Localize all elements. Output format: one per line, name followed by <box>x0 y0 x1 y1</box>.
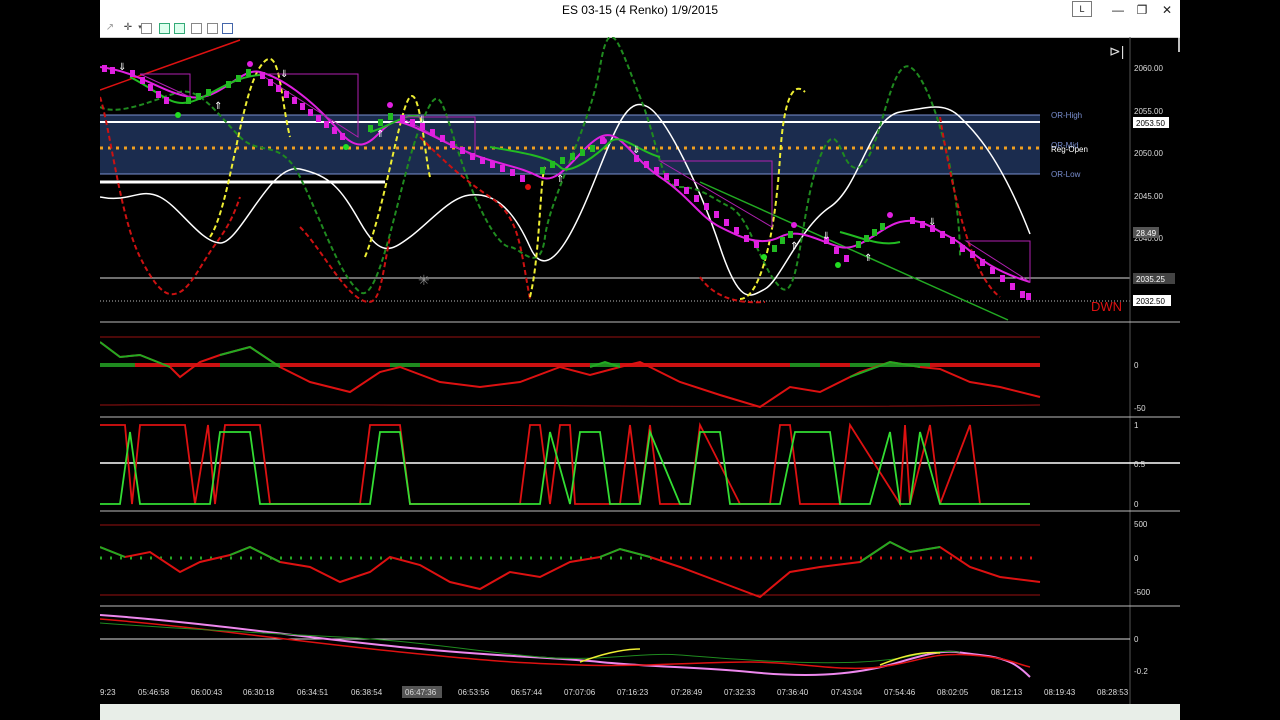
svg-text:⇓: ⇓ <box>118 62 126 73</box>
panel3-tick-0: 1 <box>1134 421 1139 430</box>
price-tick-1: 2060.00 <box>1134 64 1163 73</box>
properties-icon[interactable] <box>141 23 152 34</box>
time-label: 07:43:04 <box>831 688 863 697</box>
chart-style-icon[interactable] <box>174 23 185 34</box>
time-label: 07:32:33 <box>724 688 756 697</box>
time-label: 9:23 <box>100 688 116 697</box>
svg-text:⇑: ⇑ <box>214 101 222 112</box>
bars-icon[interactable] <box>159 23 170 34</box>
chart-window: ES 03-15 (4 Renko) 1/9/2015 L — ❐ ✕ ↗ ✛ … <box>100 0 1180 720</box>
time-label: 08:28:53 <box>1097 688 1129 697</box>
time-label: 06:57:44 <box>511 688 543 697</box>
time-label: 07:36:40 <box>777 688 809 697</box>
right-margin <box>1180 0 1280 720</box>
title-bar: ES 03-15 (4 Renko) 1/9/2015 L — ❐ ✕ <box>100 0 1180 20</box>
restore-icon[interactable]: ❐ <box>1128 0 1156 20</box>
or-high-label: OR-High <box>1051 111 1082 120</box>
time-label: 06:53:56 <box>458 688 490 697</box>
trailing-stop-fills <box>139 73 1031 283</box>
volume-delta-panel: 500 0 -500 <box>100 520 1151 599</box>
pointer-icon[interactable]: ↗ <box>104 22 116 34</box>
panel3-tick-2: 0 <box>1134 500 1139 509</box>
svg-text:⇑: ⇑ <box>376 129 384 140</box>
svg-text:⇓: ⇓ <box>632 145 640 156</box>
panel4-tick-1: 0 <box>1134 554 1139 563</box>
svg-text:⇓: ⇓ <box>280 69 288 80</box>
cursor-icon: ✳ <box>418 272 430 288</box>
time-axis: 9:23 05:46:58 06:00:43 06:30:18 06:34:51… <box>100 686 1129 698</box>
price-tick-2: 2055.00 <box>1134 107 1163 116</box>
marker-2035: 2035.25 <box>1136 275 1165 284</box>
cycle-line-yellow <box>209 57 806 300</box>
scroll-end-icon[interactable]: ⊳| <box>1109 43 1124 59</box>
time-label: 07:54:46 <box>884 688 916 697</box>
svg-text:⇑: ⇑ <box>556 174 564 185</box>
time-label: 05:46:58 <box>138 688 170 697</box>
time-label: 08:12:13 <box>991 688 1023 697</box>
panel4-tick-2: -500 <box>1134 588 1151 597</box>
time-label-selected: 06:47:36 <box>405 688 437 697</box>
left-margin <box>0 0 100 720</box>
close-icon[interactable]: ✕ <box>1153 0 1181 20</box>
stochastic-panel: 1 0.5 0 <box>100 421 1180 509</box>
marker-2032: 2032.50 <box>1136 297 1165 306</box>
time-label: 06:38:54 <box>351 688 383 697</box>
momentum-panel: 0 -50 <box>100 335 1146 413</box>
horizontal-scrollbar[interactable] <box>100 704 1180 720</box>
direction-label: DWN <box>1091 299 1122 314</box>
svg-text:⇑: ⇑ <box>864 253 872 264</box>
data-box-icon[interactable] <box>222 23 233 34</box>
window-title: ES 03-15 (4 Renko) 1/9/2015 <box>561 3 719 17</box>
macd-panel: 0 -0.2 <box>100 614 1148 678</box>
panel4-tick-0: 500 <box>1134 520 1148 529</box>
price-tick-4: 2045.00 <box>1134 192 1163 201</box>
marker-28: 28.49 <box>1136 229 1157 238</box>
or-low-label: OR-Low <box>1051 170 1081 179</box>
marker-2053: 2053.50 <box>1136 119 1165 128</box>
svg-text:⇓: ⇓ <box>418 115 426 126</box>
panel2-tick-0: 0 <box>1134 361 1139 370</box>
svg-text:⇓: ⇓ <box>822 231 830 242</box>
toolbar: ↗ ✛ ▾ <box>100 20 1180 38</box>
time-label: 06:00:43 <box>191 688 223 697</box>
time-label: 06:30:18 <box>243 688 275 697</box>
time-label: 07:16:23 <box>617 688 649 697</box>
link-button[interactable]: L <box>1072 1 1092 17</box>
templates-icon[interactable] <box>207 23 218 34</box>
price-axis: 2060.00 2055.00 2050.00 2045.00 2040.00 … <box>1129 37 1180 704</box>
svg-text:⇓: ⇓ <box>928 217 936 228</box>
time-label: 08:19:43 <box>1044 688 1076 697</box>
panel5-tick-0: 0 <box>1134 635 1139 644</box>
chart-area[interactable]: ⇓⇑⇓ ⇑⇓⇑ ⇓⇑⇓ ⇑⇓ OR-High OR-Mid Reg-Open O… <box>100 37 1180 704</box>
time-label: 08:02:05 <box>937 688 969 697</box>
indicators-icon[interactable] <box>191 23 202 34</box>
svg-text:⇑: ⇑ <box>790 241 798 252</box>
price-tick-3: 2050.00 <box>1134 149 1163 158</box>
crosshair-icon[interactable]: ✛ <box>122 22 134 34</box>
time-label: 07:28:49 <box>671 688 703 697</box>
price-panel: ⇓⇑⇓ ⇑⇓⇑ ⇓⇑⇓ ⇑⇓ OR-High OR-Mid Reg-Open O… <box>100 37 1130 321</box>
time-label: 07:07:06 <box>564 688 596 697</box>
panel2-tick-1: -50 <box>1134 404 1146 413</box>
reg-open-label: Reg-Open <box>1051 145 1088 154</box>
time-label: 06:34:51 <box>297 688 329 697</box>
panel5-tick-1: -0.2 <box>1134 667 1148 676</box>
panel3-tick-1: 0.5 <box>1134 460 1146 469</box>
